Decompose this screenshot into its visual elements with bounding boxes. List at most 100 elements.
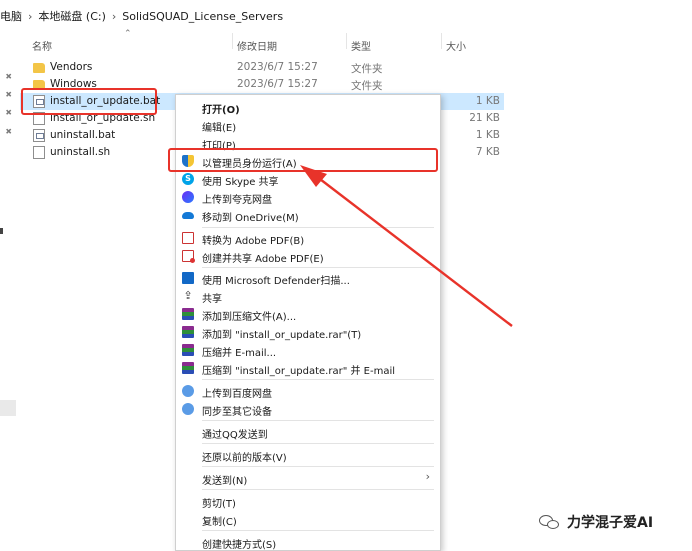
- menu-item-add-to-rar[interactable]: 添加到 "install_or_update.rar"(T): [176, 323, 440, 341]
- menu-item-defender-scan[interactable]: 使用 Microsoft Defender扫描...: [176, 269, 440, 287]
- column-header-type[interactable]: 类型: [351, 38, 371, 53]
- navigation-expander-mark: [0, 228, 3, 234]
- file-size: 7 KB: [475, 146, 500, 158]
- watermark: 力学混子爱AI: [539, 510, 653, 534]
- menu-separator: [202, 379, 434, 380]
- pin-icon: ✚: [2, 106, 14, 119]
- breadcrumb-item-c-drive[interactable]: 本地磁盘 (C:): [38, 8, 105, 24]
- file-size: 1 KB: [475, 95, 500, 107]
- menu-item-label: 以管理员身份运行(A): [202, 159, 297, 170]
- menu-item-label: 上传到百度网盘: [202, 389, 272, 400]
- menu-item-create-shortcut[interactable]: 创建快捷方式(S): [176, 533, 440, 550]
- file-size: 21 KB: [469, 112, 500, 124]
- menu-item-label: 使用 Microsoft Defender扫描...: [202, 276, 350, 287]
- watermark-text: 力学混子爱AI: [567, 515, 654, 531]
- winrar-icon: [182, 326, 194, 338]
- menu-item-cut[interactable]: 剪切(T): [176, 492, 440, 510]
- menu-item-send-to[interactable]: 发送到(N) ›: [176, 469, 440, 487]
- file-modified: 2023/6/7 15:27: [237, 78, 318, 90]
- uac-shield-icon: [182, 155, 194, 167]
- menu-item-print[interactable]: 打印(P): [176, 134, 440, 152]
- menu-item-compress-rar-email[interactable]: 压缩到 "install_or_update.rar" 并 E-mail: [176, 359, 440, 377]
- file-modified: 2023/6/7 15:27: [237, 61, 318, 73]
- winrar-icon: [182, 308, 194, 320]
- file-icon: [33, 112, 45, 125]
- folder-icon: [33, 63, 45, 73]
- menu-separator: [202, 443, 434, 444]
- menu-separator: [202, 267, 434, 268]
- menu-item-label: 添加到 "install_or_update.rar"(T): [202, 330, 362, 341]
- menu-item-run-as-admin[interactable]: 以管理员身份运行(A): [176, 152, 440, 170]
- menu-item-open[interactable]: 打开(O): [176, 98, 440, 116]
- quark-icon: [182, 191, 194, 203]
- file-row-vendors[interactable]: Vendors 2023/6/7 15:27 文件夹: [20, 59, 504, 76]
- defender-icon: [182, 272, 194, 284]
- menu-item-label: 转换为 Adobe PDF(B): [202, 236, 305, 247]
- menu-item-skype-share[interactable]: S 使用 Skype 共享: [176, 170, 440, 188]
- file-row-windows[interactable]: Windows 2023/6/7 15:27 文件夹: [20, 76, 504, 93]
- wechat-icon: [539, 513, 561, 531]
- share-icon: ⇪: [183, 289, 193, 302]
- column-header-name[interactable]: 名称: [32, 38, 52, 53]
- menu-separator: [202, 489, 434, 490]
- menu-item-label: 发送到(N): [202, 476, 248, 487]
- breadcrumb[interactable]: 电脑 › 本地磁盘 (C:) › SolidSQUAD_License_Serv…: [0, 6, 283, 26]
- menu-item-label: 复制(C): [202, 517, 237, 528]
- pin-icon: ✚: [2, 70, 14, 83]
- menu-item-create-share-pdf[interactable]: 创建并共享 Adobe PDF(E): [176, 247, 440, 265]
- breadcrumb-item-folder[interactable]: SolidSQUAD_License_Servers: [122, 10, 283, 23]
- column-divider[interactable]: [346, 33, 347, 49]
- baidu-cloud-icon: [182, 385, 194, 397]
- adobe-pdf-share-icon: [182, 250, 195, 263]
- breadcrumb-separator-icon: ›: [28, 9, 33, 23]
- column-divider[interactable]: [232, 33, 233, 49]
- menu-item-add-to-archive[interactable]: 添加到压缩文件(A)...: [176, 305, 440, 323]
- bat-file-icon: [33, 95, 45, 108]
- menu-item-send-via-qq[interactable]: 通过QQ发送到: [176, 423, 440, 441]
- file-type: 文件夹: [351, 80, 383, 92]
- column-header-modified[interactable]: 修改日期: [237, 38, 277, 53]
- file-name: uninstall.sh: [50, 146, 111, 158]
- menu-item-compress-email[interactable]: 压缩并 E-mail...: [176, 341, 440, 359]
- menu-item-label: 创建并共享 Adobe PDF(E): [202, 254, 324, 265]
- menu-item-label: 编辑(E): [202, 123, 237, 134]
- column-header-size[interactable]: 大小: [446, 38, 466, 53]
- file-name: install_or_update.sh: [50, 112, 156, 124]
- menu-separator: [202, 530, 434, 531]
- menu-item-baidu-upload[interactable]: 上传到百度网盘: [176, 382, 440, 400]
- menu-item-onedrive[interactable]: 移动到 OneDrive(M): [176, 206, 440, 224]
- file-name: Windows: [50, 78, 97, 90]
- file-name: Vendors: [50, 61, 93, 73]
- menu-item-edit[interactable]: 编辑(E): [176, 116, 440, 134]
- breadcrumb-item-pc[interactable]: 电脑: [0, 8, 22, 24]
- menu-item-sync-devices[interactable]: 同步至其它设备: [176, 400, 440, 418]
- file-icon: [33, 146, 45, 159]
- column-divider[interactable]: [441, 33, 442, 49]
- menu-item-label: 共享: [202, 294, 222, 305]
- menu-item-restore-versions[interactable]: 还原以前的版本(V): [176, 446, 440, 464]
- file-size: 1 KB: [475, 129, 500, 141]
- skype-icon: S: [182, 173, 194, 185]
- menu-separator: [202, 420, 434, 421]
- menu-item-label: 使用 Skype 共享: [202, 177, 279, 188]
- menu-item-convert-pdf[interactable]: 转换为 Adobe PDF(B): [176, 229, 440, 247]
- menu-item-label: 剪切(T): [202, 499, 236, 510]
- menu-item-share[interactable]: ⇪ 共享: [176, 287, 440, 306]
- chevron-right-icon: ›: [425, 470, 430, 483]
- menu-item-quark-upload[interactable]: 上传到夸克网盘: [176, 188, 440, 206]
- menu-item-label: 上传到夸克网盘: [202, 195, 272, 206]
- context-menu: 打开(O) 编辑(E) 打印(P) 以管理员身份运行(A) S 使用 Skype…: [175, 94, 441, 551]
- navigation-item-selected[interactable]: [0, 400, 16, 416]
- bat-file-icon: [33, 129, 45, 142]
- menu-item-copy[interactable]: 复制(C): [176, 510, 440, 528]
- menu-separator: [202, 227, 434, 228]
- pin-icon: ✚: [2, 125, 14, 138]
- folder-icon: [33, 80, 45, 90]
- navigation-pane[interactable]: ✚ ✚ ✚ ✚: [0, 55, 20, 549]
- menu-separator: [202, 466, 434, 467]
- breadcrumb-separator-icon: ›: [111, 9, 117, 23]
- file-type: 文件夹: [351, 63, 383, 75]
- menu-item-label: 压缩并 E-mail...: [202, 348, 277, 359]
- menu-item-label: 添加到压缩文件(A)...: [202, 312, 297, 323]
- file-name: install_or_update.bat: [50, 95, 161, 107]
